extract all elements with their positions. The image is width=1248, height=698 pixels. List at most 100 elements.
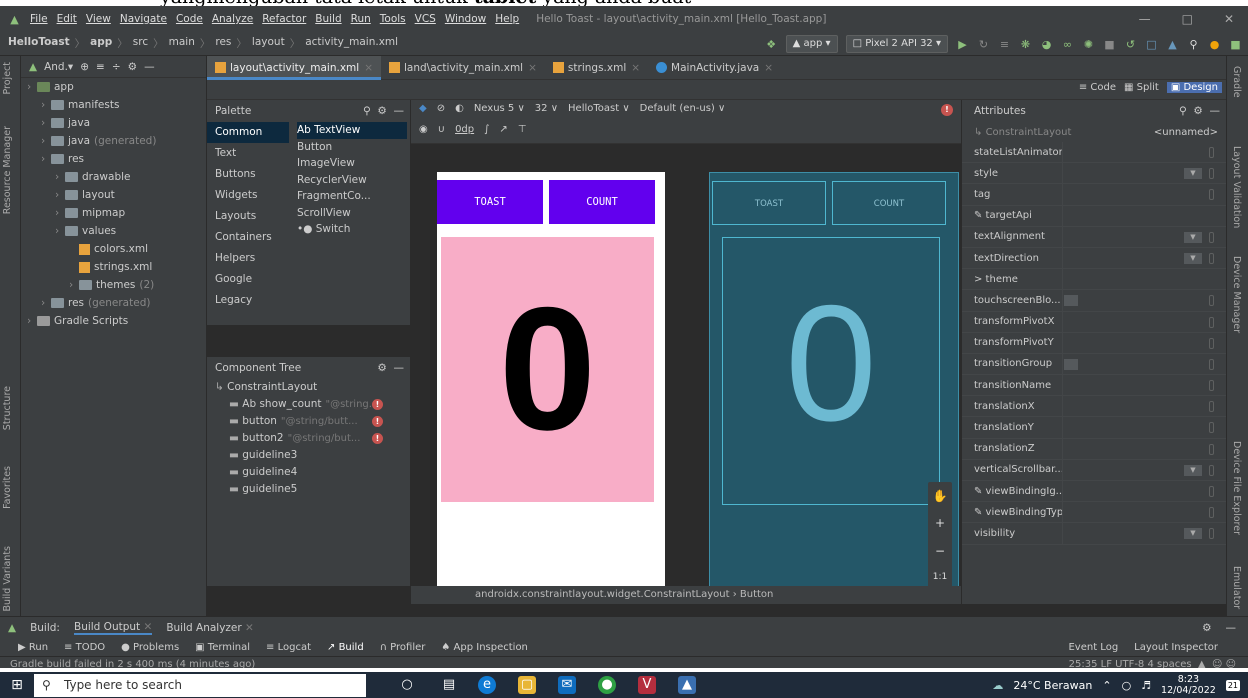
android-studio-taskbar-icon[interactable]: ▲ <box>678 676 696 694</box>
editor-tab[interactable]: MainActivity.java × <box>648 56 781 80</box>
network-icon[interactable]: ○ <box>1122 679 1132 692</box>
task-view-icon[interactable]: ▤ <box>440 676 458 694</box>
edge-icon[interactable]: e <box>478 676 496 694</box>
hammer-icon[interactable]: ❖ <box>765 38 778 51</box>
bottom-tool-tab[interactable]: ≡ Logcat <box>266 642 311 653</box>
boolean-select[interactable] <box>1064 295 1078 307</box>
attr-gear-icon[interactable]: ⚙ <box>1193 105 1202 117</box>
menu-item-navigate[interactable]: Navigate <box>120 13 167 25</box>
attr-id-value[interactable]: <unnamed> <box>1154 127 1218 138</box>
attribute-row[interactable]: textDirection ▼ <box>962 247 1226 270</box>
resource-picker-icon[interactable] <box>1209 358 1214 370</box>
clear-constraints-icon[interactable]: ↗ <box>499 124 507 135</box>
attribute-value[interactable] <box>1062 142 1226 163</box>
attribute-row[interactable]: textAlignment ▼ <box>962 226 1226 248</box>
attribute-row[interactable]: visibility ▼ <box>962 523 1226 545</box>
dropdown-icon[interactable]: ▼ <box>1184 252 1202 264</box>
palette-category[interactable]: Layouts <box>207 206 289 227</box>
bottom-tool-tab[interactable]: ♠ App Inspection <box>441 642 528 653</box>
attribute-row[interactable]: transitionGroup <box>962 353 1226 376</box>
search-icon[interactable]: ⚲ <box>1187 38 1200 51</box>
menu-item-file[interactable]: File <box>30 13 48 25</box>
project-tree-node[interactable]: strings.xml <box>21 258 206 276</box>
palette-category[interactable]: Common <box>207 122 289 143</box>
attribute-value[interactable] <box>1062 184 1226 205</box>
attribute-value[interactable] <box>1062 269 1226 290</box>
project-tree-node[interactable]: › app <box>21 78 206 96</box>
palette-item[interactable]: Ab TextView <box>297 122 407 139</box>
code-mode-button[interactable]: ≡ Code <box>1079 82 1116 93</box>
project-tree-node[interactable]: › layout <box>21 186 206 204</box>
attribute-row[interactable]: stateListAnimator <box>962 142 1226 164</box>
editor-tab[interactable]: land\activity_main.xml × <box>381 56 545 80</box>
resource-picker-icon[interactable] <box>1209 168 1214 180</box>
palette-category[interactable]: Widgets <box>207 185 289 206</box>
attribute-value[interactable] <box>1062 502 1226 523</box>
notification-icon[interactable]: 21 <box>1225 679 1240 691</box>
attribute-row[interactable]: transformPivotY <box>962 332 1226 354</box>
surface-option[interactable]: 32 ∨ <box>535 103 558 114</box>
maximize-icon[interactable]: □ <box>1182 12 1193 26</box>
avd-manager-icon[interactable]: □ <box>1145 38 1158 51</box>
apply-changes-icon[interactable]: ↻ <box>977 38 990 51</box>
windows-start-icon[interactable]: ⊞ <box>8 676 26 694</box>
component-tree-row[interactable]: ↳ ConstraintLayout <box>207 379 410 396</box>
dropdown-icon[interactable]: ▼ <box>1184 528 1202 540</box>
tab-close-icon[interactable]: × <box>764 62 773 74</box>
project-view-select[interactable]: And.▾ <box>44 61 73 73</box>
tree-arrow-icon[interactable]: › <box>55 168 65 186</box>
breadcrumb-item[interactable]: main <box>169 36 195 51</box>
align-icon[interactable]: ⊤ <box>518 124 527 135</box>
tree-arrow-icon[interactable]: › <box>41 96 51 114</box>
project-tree-node[interactable]: › Gradle Scripts <box>21 312 206 330</box>
resource-picker-icon[interactable] <box>1209 422 1214 434</box>
update-icon[interactable]: ● <box>1208 38 1221 51</box>
infer-constraints-icon[interactable]: ∫ <box>484 124 489 135</box>
attribute-row[interactable]: style ▼ <box>962 163 1226 185</box>
gear-icon[interactable]: ⚙ <box>128 61 137 73</box>
bottom-tool-tab[interactable]: ≡ TODO <box>64 642 105 653</box>
project-tree-node[interactable]: › themes (2) <box>21 276 206 294</box>
resource-picker-icon[interactable] <box>1209 231 1214 243</box>
device-select[interactable]: □ Pixel 2 API 32 ▾ <box>845 35 948 53</box>
palette-item[interactable]: ScrollView <box>297 205 407 222</box>
project-tree-node[interactable]: › manifests <box>21 96 206 114</box>
event-log-tab[interactable]: Event Log <box>1068 642 1118 653</box>
clock[interactable]: 8:23 12/04/2022 <box>1161 674 1216 696</box>
attribute-row[interactable]: ✎ viewBindingType <box>962 502 1226 524</box>
tree-arrow-icon[interactable]: › <box>55 204 65 222</box>
menu-item-help[interactable]: Help <box>495 13 519 25</box>
layout-inspector-tab[interactable]: Layout Inspector <box>1134 642 1218 653</box>
phone-preview[interactable]: TOAST COUNT 0 <box>437 172 665 586</box>
attribute-value[interactable] <box>1062 332 1226 353</box>
menu-item-code[interactable]: Code <box>176 13 203 25</box>
palette-category[interactable]: Google <box>207 269 289 290</box>
build-analyzer-tab[interactable]: Build Analyzer ✕ <box>166 622 254 634</box>
orientation-icon[interactable]: ⊘ <box>437 103 445 114</box>
bottom-tool-tab[interactable]: ▶ Run <box>18 642 48 653</box>
error-icon[interactable]: ! <box>941 104 953 116</box>
zoom-in-button[interactable]: + <box>935 516 945 530</box>
menu-item-build[interactable]: Build <box>315 13 341 25</box>
file-explorer-icon[interactable]: ▢ <box>518 676 536 694</box>
palette-category[interactable]: Containers <box>207 227 289 248</box>
palette-item[interactable]: •● Switch <box>297 221 407 238</box>
attribute-value[interactable] <box>1062 417 1226 438</box>
attribute-row[interactable]: translationY <box>962 417 1226 439</box>
project-tool-tab[interactable]: Project <box>2 62 13 95</box>
bug-icon[interactable]: ✺ <box>1082 38 1095 51</box>
design-canvas[interactable]: TOAST COUNT 0 TOAST COUNT 0 ✋ + − 1:1 ▣ <box>411 144 961 586</box>
device-file-explorer-tool-tab[interactable]: Device File Explorer <box>1231 441 1242 535</box>
resource-picker-icon[interactable] <box>1209 528 1214 540</box>
palette-search-icon[interactable]: ⚲ <box>363 105 371 117</box>
attribute-row[interactable]: verticalScrollbar... ▼ <box>962 459 1226 481</box>
structure-tool-tab[interactable]: Structure <box>2 386 13 430</box>
settings-icon[interactable]: ■ <box>1229 38 1242 51</box>
tree-arrow-icon[interactable]: › <box>27 78 37 96</box>
menu-item-window[interactable]: Window <box>445 13 486 25</box>
tree-arrow-icon[interactable]: › <box>55 186 65 204</box>
attribute-row[interactable]: tag <box>962 184 1226 206</box>
resource-picker-icon[interactable] <box>1209 147 1214 158</box>
chrome-icon[interactable]: ● <box>598 676 616 694</box>
editor-tab[interactable]: layout\activity_main.xml × <box>207 55 381 80</box>
